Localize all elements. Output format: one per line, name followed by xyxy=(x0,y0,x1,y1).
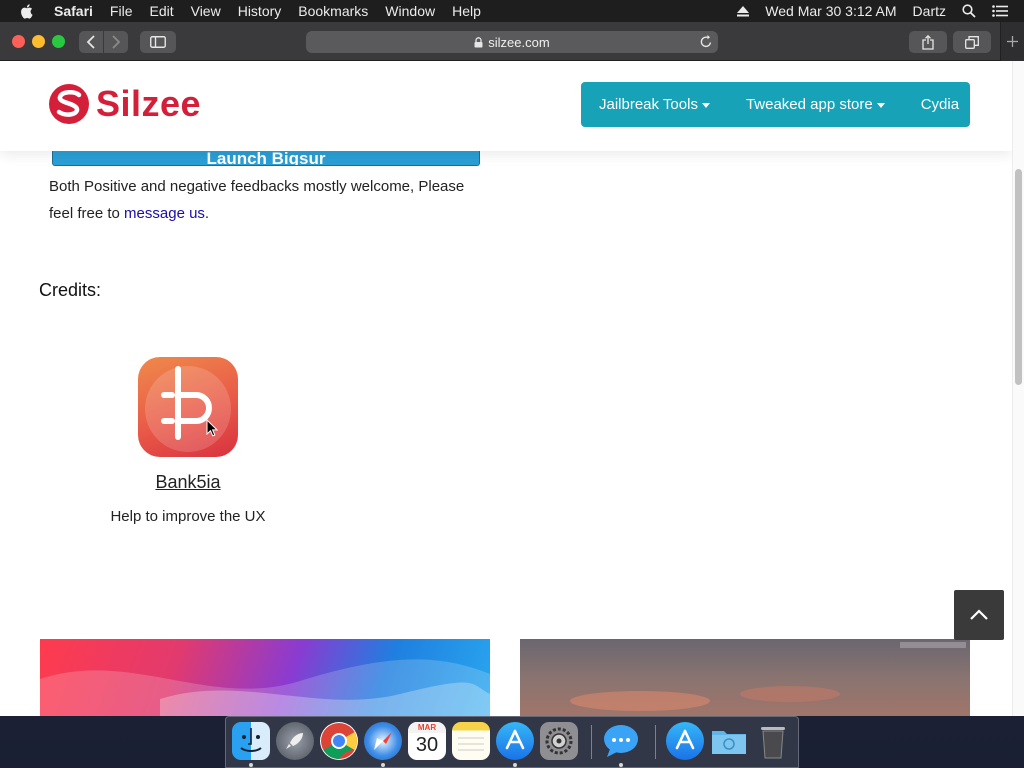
feedback-paragraph: Both Positive and negative feedbacks mos… xyxy=(49,173,489,227)
desktop-screenshot-thumbnail[interactable] xyxy=(520,639,970,716)
menu-bar: Safari File Edit View History Bookmarks … xyxy=(0,0,1024,22)
messages-running-indicator xyxy=(619,763,623,767)
spotlight-search-icon[interactable] xyxy=(962,4,976,18)
menu-edit[interactable]: Edit xyxy=(149,3,173,19)
credits-heading: Credits: xyxy=(39,280,102,300)
bank5ia-logo-icon xyxy=(145,366,231,452)
main-nav: Jailbreak Tools Tweaked app store Cydia xyxy=(581,82,970,127)
app-store-icon[interactable] xyxy=(496,722,534,760)
calendar-day: 30 xyxy=(415,734,439,756)
system-preferences-icon[interactable] xyxy=(540,722,578,760)
launch-bigsur-label: Launch Bigsur xyxy=(206,149,326,166)
dock-separator xyxy=(655,725,656,759)
chrome-icon[interactable] xyxy=(320,722,358,760)
minimize-window-button[interactable] xyxy=(32,35,45,48)
mouse-cursor-icon xyxy=(206,419,218,437)
lock-icon xyxy=(474,36,483,48)
safari-icon[interactable] xyxy=(364,722,402,760)
control-center-list-icon[interactable] xyxy=(992,5,1008,17)
web-page: Silzee Jailbreak Tools Tweaked app store… xyxy=(0,61,1024,716)
menu-window[interactable]: Window xyxy=(385,3,435,19)
credit-name-link[interactable]: Bank5ia xyxy=(88,472,288,493)
nav-cydia-label: Cydia xyxy=(920,96,960,113)
dock-separator xyxy=(591,725,592,759)
sunset-pattern-icon xyxy=(570,642,966,711)
reload-icon[interactable] xyxy=(699,34,713,52)
dock: MAR 30 xyxy=(225,716,799,768)
menu-file[interactable]: File xyxy=(110,3,133,19)
caret-down-icon xyxy=(701,102,710,108)
nav-jailbreak-tools[interactable]: Jailbreak Tools xyxy=(599,96,710,113)
address-bar[interactable]: silzee.com xyxy=(306,31,718,53)
menu-bookmarks[interactable]: Bookmarks xyxy=(298,3,368,19)
finder-running-indicator xyxy=(249,763,253,767)
menu-help[interactable]: Help xyxy=(452,3,481,19)
plus-icon xyxy=(1007,36,1018,47)
tabs-overview-icon xyxy=(965,35,979,49)
feedback-end: . xyxy=(204,205,210,222)
calendar-month: MAR xyxy=(408,722,446,733)
close-window-button[interactable] xyxy=(12,35,25,48)
apple-menu-icon[interactable] xyxy=(20,3,36,19)
bank5ia-avatar[interactable] xyxy=(138,357,238,457)
menu-history[interactable]: History xyxy=(238,3,282,19)
forward-button[interactable] xyxy=(104,31,128,53)
site-header: Silzee Jailbreak Tools Tweaked app store… xyxy=(0,61,1012,151)
zoom-window-button[interactable] xyxy=(52,35,65,48)
notes-icon[interactable] xyxy=(452,722,490,760)
chevron-up-icon xyxy=(970,609,988,620)
back-to-top-button[interactable] xyxy=(954,590,1004,640)
share-button[interactable] xyxy=(909,31,947,53)
share-icon xyxy=(922,34,934,50)
scrollbar-thumb[interactable] xyxy=(1015,169,1022,385)
safari-window: silzee.com Silzee Jailbreak Tools Tweake… xyxy=(0,22,1024,716)
logo-text: Silzee xyxy=(96,83,202,124)
nav-cydia[interactable]: Cydia xyxy=(921,96,959,113)
nav-tweaked-app-store-label: Tweaked app store xyxy=(745,96,873,113)
back-button[interactable] xyxy=(79,31,103,53)
chevron-left-icon xyxy=(86,35,95,49)
page-scrollbar[interactable] xyxy=(1012,61,1024,716)
show-tabs-button[interactable] xyxy=(953,31,991,53)
eject-icon[interactable] xyxy=(737,5,750,17)
messages-icon[interactable] xyxy=(602,722,640,760)
caret-down-icon xyxy=(876,102,885,108)
big-sur-wallpaper-thumbnail[interactable] xyxy=(40,639,490,716)
app-store-running-indicator xyxy=(513,763,517,767)
url-text: silzee.com xyxy=(488,34,550,50)
downloads-folder-icon[interactable] xyxy=(710,722,748,760)
safari-running-indicator xyxy=(381,763,385,767)
new-tab-button[interactable] xyxy=(1000,22,1024,61)
menu-clock[interactable]: Wed Mar 30 3:12 AM xyxy=(765,3,896,19)
sidebar-toggle-button[interactable] xyxy=(140,31,176,53)
wave-pattern-icon xyxy=(40,659,490,716)
nav-tweaked-app-store[interactable]: Tweaked app store xyxy=(746,96,885,113)
sidebar-icon xyxy=(150,36,166,48)
credit-role: Help to improve the UX xyxy=(110,508,266,525)
message-us-link[interactable]: message us xyxy=(124,205,205,222)
site-logo[interactable]: Silzee xyxy=(48,83,201,125)
launchpad-icon[interactable] xyxy=(276,722,314,760)
silzee-logo-icon xyxy=(49,84,89,124)
feedback-text: Both Positive and negative feedbacks mos… xyxy=(49,178,465,222)
calendar-icon[interactable]: MAR 30 xyxy=(408,722,446,760)
menu-view[interactable]: View xyxy=(191,3,221,19)
chevron-right-icon xyxy=(112,35,121,49)
browser-toolbar: silzee.com xyxy=(0,22,1024,61)
app-store-folder-icon[interactable] xyxy=(666,722,704,760)
finder-icon[interactable] xyxy=(232,722,270,760)
menu-user[interactable]: Dartz xyxy=(913,3,946,19)
trash-icon[interactable] xyxy=(754,722,792,760)
menu-app-name[interactable]: Safari xyxy=(54,3,93,19)
nav-jailbreak-tools-label: Jailbreak Tools xyxy=(599,96,698,113)
